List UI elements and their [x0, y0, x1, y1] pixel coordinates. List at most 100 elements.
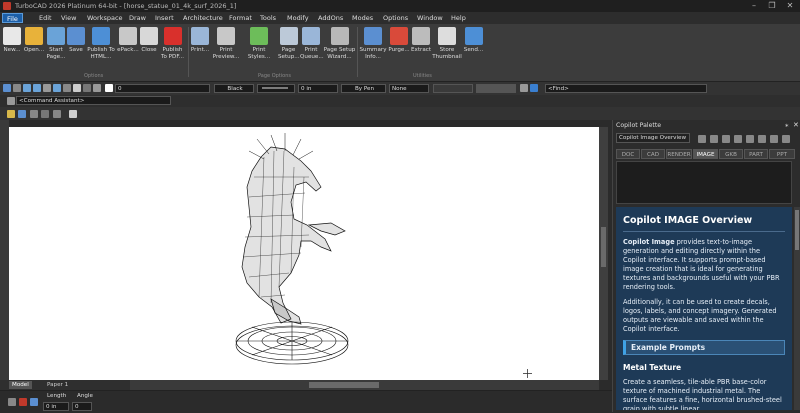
snap-icon[interactable] — [7, 110, 15, 118]
tab-part[interactable]: PART — [744, 149, 768, 159]
publish-pdf-button[interactable]: Publish To PDF... — [159, 27, 186, 60]
print-button[interactable]: Print... — [189, 27, 211, 54]
extract-button[interactable]: Extract — [411, 27, 431, 54]
menu-draw[interactable]: Draw — [125, 13, 150, 23]
menu-help[interactable]: Help — [447, 13, 470, 23]
tab-model[interactable]: Model — [9, 381, 32, 389]
print-preview-button[interactable]: Print Preview... — [212, 27, 240, 60]
properties-icon[interactable] — [43, 84, 51, 92]
epack-button[interactable]: ePack... — [117, 27, 139, 54]
publish-html-button[interactable]: Publish To HTML... — [86, 27, 116, 60]
menu-options[interactable]: Options — [379, 13, 412, 23]
new-button[interactable]: New... — [2, 27, 22, 54]
tab-render[interactable]: RENDER — [666, 149, 692, 159]
tab-ppt[interactable]: PPT — [769, 149, 795, 159]
palette-close-icon[interactable]: ✕ — [793, 121, 799, 129]
angle-label: Angle — [77, 393, 93, 399]
empty-select-1[interactable] — [433, 84, 473, 93]
save-palette-icon[interactable] — [770, 135, 778, 143]
fill-icon[interactable] — [93, 84, 101, 92]
find-toggle-icon[interactable] — [530, 84, 538, 92]
tab-doc[interactable]: DOC — [616, 149, 640, 159]
refresh-palette-icon[interactable] — [722, 135, 730, 143]
tab-cad[interactable]: CAD — [641, 149, 665, 159]
purge-button[interactable]: Purge... — [388, 27, 410, 54]
layer-icon[interactable] — [3, 84, 11, 92]
close-status-icon[interactable] — [19, 398, 27, 406]
menu-insert[interactable]: Insert — [151, 13, 178, 23]
tab-paper-1[interactable]: Paper 1 — [44, 381, 71, 389]
tab-image[interactable]: IMAGE — [693, 149, 718, 159]
menu-edit[interactable]: Edit — [35, 13, 56, 23]
doc-scrollbar[interactable] — [794, 207, 800, 410]
menu-modes[interactable]: Modes — [348, 13, 377, 23]
restore-button[interactable]: ❐ — [763, 0, 781, 12]
menu-workspace[interactable]: Workspace — [83, 13, 127, 23]
menu-addons[interactable]: AddOns — [314, 13, 347, 23]
menu-file[interactable]: File — [2, 13, 23, 23]
lock-status-icon[interactable] — [8, 398, 16, 406]
refresh-icon[interactable] — [33, 84, 41, 92]
horizontal-scroll-thumb[interactable] — [309, 382, 379, 388]
layer-select[interactable]: 0 — [115, 84, 210, 93]
prompt-area[interactable] — [616, 161, 792, 204]
vertical-scrollbar[interactable] — [599, 127, 608, 380]
pencil-icon[interactable] — [520, 84, 528, 92]
send-button[interactable]: Send... — [463, 27, 484, 54]
menu-modify[interactable]: Modify — [283, 13, 313, 23]
close-window-button[interactable]: ✕ — [781, 0, 799, 12]
line-width-select[interactable]: 0 in — [298, 84, 338, 93]
clear-icon[interactable] — [782, 135, 790, 143]
menu-window[interactable]: Window — [413, 13, 447, 23]
lock-icon[interactable] — [13, 84, 21, 92]
code-icon[interactable] — [746, 135, 754, 143]
save-button[interactable]: Save — [67, 27, 85, 54]
doc-scroll-thumb[interactable] — [795, 210, 799, 250]
start-page-button[interactable]: Start Page... — [46, 27, 66, 60]
print-styles-button[interactable]: Print Styles... — [241, 27, 277, 60]
window-icon[interactable] — [53, 84, 61, 92]
palette-pin-icon[interactable]: ⁎ — [785, 121, 789, 129]
line-style-select[interactable] — [257, 84, 295, 93]
color-swatch[interactable] — [105, 84, 113, 92]
copilot-selector[interactable]: Copilot Image Overview — [616, 133, 690, 143]
select-icon[interactable] — [18, 110, 26, 118]
fill-select[interactable]: None — [389, 84, 429, 93]
find-input[interactable]: <Find> — [545, 84, 707, 93]
store-thumbnail-button[interactable]: Store Thumbnail — [432, 27, 462, 60]
color-icon[interactable] — [73, 84, 81, 92]
forward-icon[interactable] — [710, 135, 718, 143]
close-doc-button[interactable]: Close — [140, 27, 158, 54]
pen-icon[interactable] — [83, 84, 91, 92]
redo-icon[interactable] — [41, 110, 49, 118]
page-setup-button[interactable]: Page Setup... — [278, 27, 300, 60]
open-button[interactable]: Open... — [23, 27, 45, 54]
menu-tools[interactable]: Tools — [256, 13, 280, 23]
command-assistant-input[interactable]: <Command Assistant> — [16, 96, 171, 105]
angle-input[interactable]: 0 — [72, 402, 92, 411]
layer-set-icon[interactable] — [63, 84, 71, 92]
print-queue-button[interactable]: Print Queue... — [300, 27, 324, 60]
page-icon[interactable] — [69, 110, 77, 118]
settings-icon[interactable] — [758, 135, 766, 143]
empty-select-2[interactable] — [476, 84, 516, 93]
zoom-icon[interactable] — [53, 110, 61, 118]
menu-architecture[interactable]: Architecture — [179, 13, 227, 23]
layer-manager-icon[interactable] — [23, 84, 31, 92]
pen-style-select[interactable]: By Pen — [341, 84, 386, 93]
menu-format[interactable]: Format — [225, 13, 256, 23]
drawing-canvas[interactable] — [9, 127, 599, 380]
summary-info-button[interactable]: Summary Info... — [359, 27, 387, 60]
tab-gkb[interactable]: GKB — [719, 149, 743, 159]
grid-icon[interactable] — [30, 398, 38, 406]
length-input[interactable]: 0 in — [43, 402, 69, 411]
page-setup-wizard-button[interactable]: Page Setup Wizard... — [323, 27, 356, 60]
print-icon — [191, 27, 209, 45]
color-select[interactable]: Black — [214, 84, 254, 93]
back-icon[interactable] — [698, 135, 706, 143]
vertical-scroll-thumb[interactable] — [601, 227, 606, 267]
home-icon[interactable] — [734, 135, 742, 143]
undo-icon[interactable] — [30, 110, 38, 118]
minimize-button[interactable]: – — [745, 0, 763, 12]
menu-view[interactable]: View — [57, 13, 80, 23]
